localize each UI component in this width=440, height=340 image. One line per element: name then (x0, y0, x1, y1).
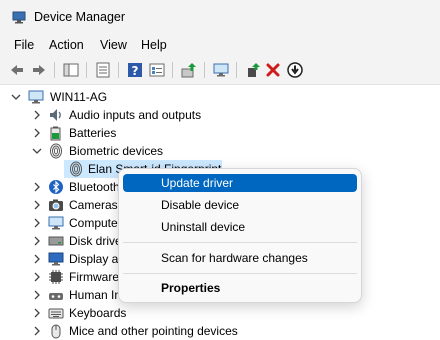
menu-item-update-driver[interactable]: Update driver (123, 174, 357, 192)
disk-drive-icon (48, 236, 64, 246)
toolbar-separator (86, 62, 87, 78)
menu-item-scan-hardware[interactable]: Scan for hardware changes (123, 249, 357, 267)
toolbar-separator (118, 62, 119, 78)
toolbar: ? (0, 56, 440, 85)
chevron-right-icon[interactable] (32, 253, 42, 265)
tree-item-label: Keyboards (69, 306, 127, 320)
context-menu: Update driver Disable device Uninstall d… (118, 168, 362, 303)
chevron-right-icon[interactable] (32, 307, 42, 319)
chevron-right-icon[interactable] (32, 127, 42, 139)
chevron-down-icon[interactable] (32, 145, 42, 157)
tree-root[interactable]: WIN11-AG (0, 88, 440, 106)
toolbar-separator (54, 62, 55, 78)
tree-item-label: Cameras (69, 198, 118, 212)
menu-item-disable-device[interactable]: Disable device (123, 196, 357, 214)
menu-separator (123, 273, 357, 274)
tree-item-audio[interactable]: Audio inputs and outputs (0, 106, 440, 124)
camera-icon (49, 199, 63, 211)
help-icon[interactable]: ? (126, 61, 144, 79)
tree-item-label: Batteries (69, 126, 117, 140)
device-view-icon[interactable] (148, 61, 166, 79)
menu-item-label: Update driver (161, 176, 234, 190)
mouse-icon (51, 324, 61, 339)
menu-separator (123, 242, 357, 243)
menu-action[interactable]: Action (49, 38, 84, 52)
menu-item-label: Properties (161, 281, 221, 295)
hid-icon (49, 293, 63, 300)
tree-item-label: Computer (69, 216, 122, 230)
properties-pane-icon[interactable] (62, 61, 80, 79)
menu-item-label: Uninstall device (161, 220, 246, 234)
tree-item-biometric[interactable]: Biometric devices (0, 142, 440, 160)
menu-help[interactable]: Help (141, 38, 167, 52)
tree-item-label: Audio inputs and outputs (69, 108, 202, 122)
fingerprint-icon (70, 161, 82, 177)
tree-item-label: Firmware (69, 270, 119, 284)
fingerprint-icon (50, 143, 62, 159)
bluetooth-icon (49, 180, 63, 194)
window-title: Device Manager (34, 10, 126, 24)
menu-bar: File Action View Help (0, 34, 440, 56)
chevron-right-icon[interactable] (32, 217, 42, 229)
menu-file[interactable]: File (14, 38, 34, 52)
forward-icon[interactable] (30, 61, 48, 79)
firmware-chip-icon (49, 270, 63, 284)
title-bar: Device Manager (0, 0, 440, 34)
computer-icon (28, 90, 44, 104)
chevron-right-icon[interactable] (32, 289, 42, 301)
disable-device-icon[interactable] (286, 61, 304, 79)
tree-item-label: Biometric devices (69, 144, 164, 158)
chevron-right-icon[interactable] (32, 109, 42, 121)
chevron-right-icon[interactable] (32, 181, 42, 193)
enable-device-icon[interactable] (244, 61, 262, 79)
update-driver-icon[interactable] (180, 61, 198, 79)
menu-item-uninstall-device[interactable]: Uninstall device (123, 218, 357, 236)
device-manager-icon (12, 11, 26, 24)
toolbar-separator (236, 62, 237, 78)
keyboard-icon (48, 308, 64, 319)
chevron-right-icon[interactable] (32, 271, 42, 283)
speaker-icon (50, 109, 61, 121)
menu-item-label: Scan for hardware changes (161, 251, 308, 265)
chevron-right-icon[interactable] (32, 199, 42, 211)
tree-item-batteries[interactable]: Batteries (0, 124, 440, 142)
tree-item-mice[interactable]: Mice and other pointing devices (0, 322, 440, 340)
menu-view[interactable]: View (100, 38, 127, 52)
svg-text:?: ? (132, 64, 139, 78)
chevron-right-icon[interactable] (32, 235, 42, 247)
tree-item-keyboards[interactable]: Keyboards (0, 304, 440, 322)
toolbar-separator (204, 62, 205, 78)
toolbar-separator (172, 62, 173, 78)
computer-icon (48, 216, 64, 230)
chevron-right-icon[interactable] (32, 325, 42, 337)
tree-item-label: Mice and other pointing devices (69, 324, 238, 338)
uninstall-icon[interactable] (264, 61, 282, 79)
show-hidden-icon[interactable] (94, 61, 112, 79)
display-adapter-icon (48, 252, 64, 266)
back-icon[interactable] (8, 61, 26, 79)
menu-item-properties[interactable]: Properties (123, 279, 357, 297)
chevron-down-icon[interactable] (11, 91, 21, 103)
battery-icon (50, 126, 61, 141)
scan-hardware-icon[interactable] (212, 61, 230, 79)
tree-item-label: Bluetooth (69, 180, 120, 194)
menu-item-label: Disable device (161, 198, 240, 212)
tree-root-label: WIN11-AG (50, 90, 108, 104)
